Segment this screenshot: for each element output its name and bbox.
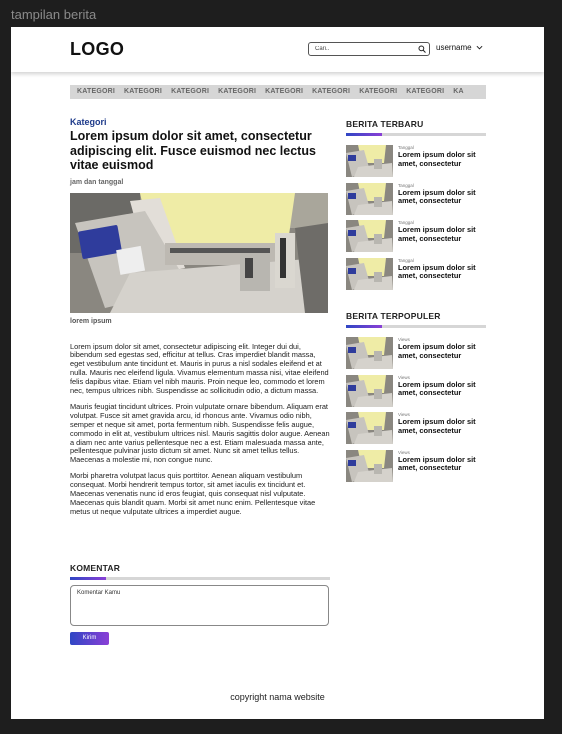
news-list-item[interactable]: Tanggal Lorem ipsum dolor sit amet, cons… [346, 220, 486, 252]
nav-item-category[interactable]: KATEGORI [258, 85, 305, 99]
article-date: jam dan tanggal [70, 178, 124, 186]
news-list-item[interactable]: Views Lorem ipsum dolor sit amet, consec… [346, 337, 486, 369]
news-text: Tanggal Lorem ipsum dolor sit amet, cons… [398, 220, 486, 252]
news-text: Views Lorem ipsum dolor sit amet, consec… [398, 375, 486, 407]
news-thumbnail[interactable] [346, 412, 393, 444]
news-thumbnail[interactable] [346, 182, 393, 215]
news-thumbnail[interactable] [346, 449, 393, 482]
news-thumbnail[interactable] [346, 220, 393, 252]
site-logo[interactable]: LOGO [70, 39, 124, 60]
printer-thumbnail [346, 220, 393, 252]
news-list-item[interactable]: Tanggal Lorem ipsum dolor sit amet, cons… [346, 257, 486, 290]
username-label: username [436, 43, 472, 52]
news-title[interactable]: Lorem ipsum dolor sit amet, consectetur [398, 380, 486, 399]
popular-news-heading: BERITA TERPOPULER [346, 311, 441, 321]
news-thumbnail[interactable] [346, 257, 393, 290]
news-thumbnail[interactable] [346, 145, 393, 177]
news-text: Tanggal Lorem ipsum dolor sit amet, cons… [398, 183, 486, 215]
news-list-item[interactable]: Views Lorem ipsum dolor sit amet, consec… [346, 449, 486, 482]
news-list-item[interactable]: Tanggal Lorem ipsum dolor sit amet, cons… [346, 145, 486, 177]
news-list-item[interactable]: Views Lorem ipsum dolor sit amet, consec… [346, 374, 486, 407]
nav-item-category[interactable]: KATEGORI [352, 85, 399, 99]
news-title[interactable]: Lorem ipsum dolor sit amet, consectetur [398, 417, 486, 436]
search-input[interactable] [315, 44, 415, 54]
latest-news-section: BERITA TERBARU Tanggal Lorem ipsum dolor… [346, 119, 486, 295]
news-title[interactable]: Lorem ipsum dolor sit amet, consectetur [398, 225, 486, 244]
news-title[interactable]: Lorem ipsum dolor sit amet, consectetur [398, 188, 486, 207]
underline-accent [70, 577, 106, 580]
search-icon[interactable] [418, 45, 426, 53]
news-title[interactable]: Lorem ipsum dolor sit amet, consectetur [398, 150, 486, 169]
popular-news-section: BERITA TERPOPULER Views Lorem ipsum dolo… [346, 311, 486, 487]
article-paragraph: Lorem ipsum dolor sit amet, consectetur … [70, 341, 329, 396]
nav-item-category[interactable]: KATEGORI [164, 85, 211, 99]
underline-accent [346, 133, 382, 136]
site-header: LOGO username [11, 27, 544, 72]
comment-section: KOMENTAR Kirim [70, 563, 330, 645]
comment-heading: KOMENTAR [70, 563, 121, 573]
section-underline [346, 133, 486, 136]
article-paragraph: Morbi pharetra volutpat lacus quis portt… [70, 471, 316, 516]
category-nav: KATEGORI KATEGORI KATEGORI KATEGORI KATE… [70, 85, 486, 99]
printer-photo [70, 192, 328, 313]
nav-item-category[interactable]: KATEGORI [305, 85, 352, 99]
section-underline [70, 577, 330, 580]
search-box[interactable] [308, 42, 430, 56]
printer-thumbnail [346, 449, 393, 482]
latest-news-list: Tanggal Lorem ipsum dolor sit amet, cons… [346, 145, 486, 290]
article: Kategori Lorem ipsum dolor sit amet, con… [70, 117, 330, 517]
underline-accent [346, 325, 382, 328]
news-title[interactable]: Lorem ipsum dolor sit amet, consectetur [398, 342, 486, 361]
nav-item-category[interactable]: KATEGORI [117, 85, 164, 99]
site-footer: copyright nama website [230, 692, 325, 702]
article-paragraph: Mauris feugiat tincidunt ultrices. Proin… [70, 401, 330, 465]
printer-thumbnail [346, 145, 393, 177]
image-caption: lorem ipsum [70, 317, 112, 325]
popular-news-list: Views Lorem ipsum dolor sit amet, consec… [346, 337, 486, 482]
printer-thumbnail [346, 182, 393, 215]
news-text: Tanggal Lorem ipsum dolor sit amet, cons… [398, 258, 486, 290]
news-list-item[interactable]: Views Lorem ipsum dolor sit amet, consec… [346, 412, 486, 444]
user-menu[interactable]: username [436, 43, 483, 52]
article-title: Lorem ipsum dolor sit amet, consectetur … [70, 129, 316, 172]
article-image [70, 192, 328, 313]
news-text: Views Lorem ipsum dolor sit amet, consec… [398, 450, 486, 482]
printer-thumbnail [346, 412, 393, 444]
frame-label: tampilan berita [11, 7, 97, 22]
news-list-item[interactable]: Tanggal Lorem ipsum dolor sit amet, cons… [346, 182, 486, 215]
news-thumbnail[interactable] [346, 374, 393, 407]
printer-thumbnail [346, 257, 393, 290]
printer-thumbnail [346, 337, 393, 369]
nav-item-category[interactable]: KATEGORI [70, 85, 117, 99]
nav-item-category[interactable]: KA [446, 85, 466, 99]
section-underline [346, 325, 486, 328]
send-comment-button[interactable]: Kirim [70, 631, 109, 645]
latest-news-heading: BERITA TERBARU [346, 119, 424, 129]
news-text: Views Lorem ipsum dolor sit amet, consec… [398, 412, 486, 444]
news-text: Views Lorem ipsum dolor sit amet, consec… [398, 337, 486, 369]
news-page: LOGO username KATEGORI KATEGORI KATEGORI… [11, 27, 544, 719]
news-title[interactable]: Lorem ipsum dolor sit amet, consectetur [398, 455, 486, 474]
comment-input[interactable] [70, 585, 329, 626]
printer-thumbnail [346, 374, 393, 407]
chevron-down-icon [476, 45, 483, 50]
nav-item-category[interactable]: KATEGORI [211, 85, 258, 99]
news-title[interactable]: Lorem ipsum dolor sit amet, consectetur [398, 263, 486, 282]
article-category[interactable]: Kategori [70, 117, 330, 127]
news-text: Tanggal Lorem ipsum dolor sit amet, cons… [398, 145, 486, 177]
nav-item-category[interactable]: KATEGORI [399, 85, 446, 99]
news-thumbnail[interactable] [346, 337, 393, 369]
